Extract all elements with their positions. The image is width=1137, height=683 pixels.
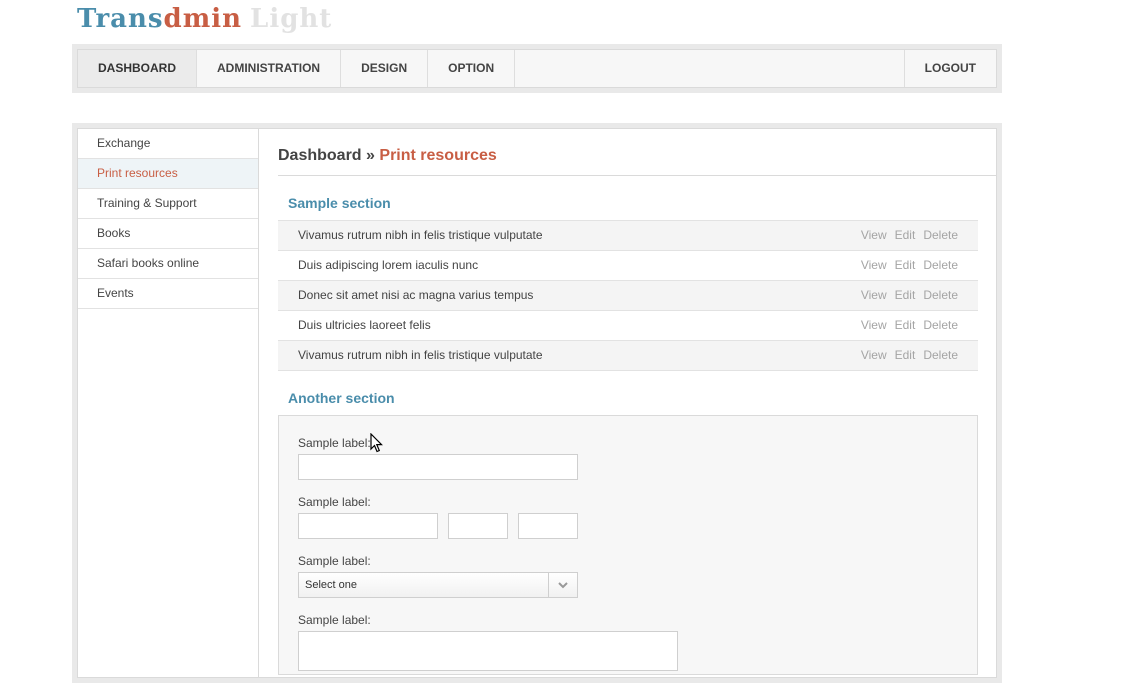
content-area: Dashboard » Print resources Sample secti… — [259, 129, 996, 677]
resource-list: Vivamus rutrum nibh in felis tristique v… — [278, 220, 978, 371]
section-title-sample: Sample section — [288, 195, 391, 211]
row-actions: View Edit Delete — [853, 341, 958, 370]
list-item: Donec sit amet nisi ac magna varius temp… — [278, 281, 978, 311]
breadcrumb-current: Print resources — [379, 147, 497, 164]
form-label: Sample label: — [298, 436, 371, 450]
row-actions: View Edit Delete — [853, 311, 958, 340]
edit-link[interactable]: Edit — [895, 258, 916, 272]
main-panel: Exchange Print resources Training & Supp… — [77, 128, 997, 678]
row-actions: View Edit Delete — [853, 221, 958, 250]
select-value: Select one — [305, 579, 357, 591]
top-navigation-frame: DASHBOARD ADMINISTRATION DESIGN OPTION L… — [72, 44, 1002, 93]
breadcrumb-separator: » — [366, 147, 375, 164]
text-field-part-1[interactable] — [298, 513, 438, 539]
logout-button[interactable]: LOGOUT — [903, 50, 996, 87]
logo-part-dmin: dmin — [163, 4, 243, 34]
sidebar-item-training-support[interactable]: Training & Support — [78, 189, 258, 219]
list-item-text: Vivamus rutrum nibh in felis tristique v… — [298, 348, 543, 362]
sample-form: Sample label: Sample label: Sample label… — [278, 415, 978, 675]
sidebar: Exchange Print resources Training & Supp… — [78, 129, 259, 677]
view-link[interactable]: View — [861, 228, 887, 242]
logo: Transdmin Light — [77, 3, 332, 35]
delete-link[interactable]: Delete — [923, 288, 958, 302]
row-actions: View Edit Delete — [853, 281, 958, 310]
edit-link[interactable]: Edit — [895, 318, 916, 332]
logo-part-trans: Trans — [77, 4, 164, 34]
section-title-another: Another section — [288, 390, 395, 406]
form-label: Sample label: — [298, 495, 371, 509]
form-label: Sample label: — [298, 554, 371, 568]
form-label: Sample label: — [298, 613, 371, 627]
view-link[interactable]: View — [861, 258, 887, 272]
edit-link[interactable]: Edit — [895, 228, 916, 242]
main-frame: Exchange Print resources Training & Supp… — [72, 123, 1002, 683]
nav-option[interactable]: OPTION — [428, 50, 516, 87]
breadcrumb-root[interactable]: Dashboard — [278, 147, 362, 164]
list-item-text: Duis ultricies laoreet felis — [298, 318, 431, 332]
view-link[interactable]: View — [861, 348, 887, 362]
list-item-text: Duis adipiscing lorem iaculis nunc — [298, 258, 479, 272]
logo-part-light: Light — [250, 4, 333, 34]
text-field-part-3[interactable] — [518, 513, 578, 539]
list-item: Duis adipiscing lorem iaculis nunc View E… — [278, 251, 978, 281]
list-item-text: Donec sit amet nisi ac magna varius temp… — [298, 288, 534, 302]
chevron-down-icon[interactable] — [548, 573, 577, 597]
text-field[interactable] — [298, 454, 578, 480]
sidebar-item-safari-books-online[interactable]: Safari books online — [78, 249, 258, 279]
textarea-field[interactable] — [298, 631, 678, 671]
nav-administration[interactable]: ADMINISTRATION — [197, 50, 342, 87]
mouse-cursor-icon — [370, 433, 383, 453]
delete-link[interactable]: Delete — [923, 228, 958, 242]
delete-link[interactable]: Delete — [923, 348, 958, 362]
list-item: Vivamus rutrum nibh in felis tristique v… — [278, 341, 978, 371]
list-item: Vivamus rutrum nibh in felis tristique v… — [278, 221, 978, 251]
heading-divider — [278, 175, 996, 176]
list-item: Duis ultricies laoreet felis View Edit Del… — [278, 311, 978, 341]
list-item-text: Vivamus rutrum nibh in felis tristique v… — [298, 228, 543, 242]
sidebar-item-exchange[interactable]: Exchange — [78, 129, 258, 159]
view-link[interactable]: View — [861, 288, 887, 302]
edit-link[interactable]: Edit — [895, 348, 916, 362]
edit-link[interactable]: Edit — [895, 288, 916, 302]
select-dropdown[interactable]: Select one — [298, 572, 578, 598]
delete-link[interactable]: Delete — [923, 258, 958, 272]
text-field-part-2[interactable] — [448, 513, 508, 539]
sidebar-item-print-resources[interactable]: Print resources — [78, 159, 258, 189]
top-navigation: DASHBOARD ADMINISTRATION DESIGN OPTION L… — [77, 49, 997, 88]
row-actions: View Edit Delete — [853, 251, 958, 280]
breadcrumb: Dashboard » Print resources — [278, 147, 497, 165]
nav-dashboard[interactable]: DASHBOARD — [78, 50, 197, 87]
view-link[interactable]: View — [861, 318, 887, 332]
delete-link[interactable]: Delete — [923, 318, 958, 332]
sidebar-item-events[interactable]: Events — [78, 279, 258, 309]
sidebar-item-books[interactable]: Books — [78, 219, 258, 249]
nav-design[interactable]: DESIGN — [341, 50, 429, 87]
